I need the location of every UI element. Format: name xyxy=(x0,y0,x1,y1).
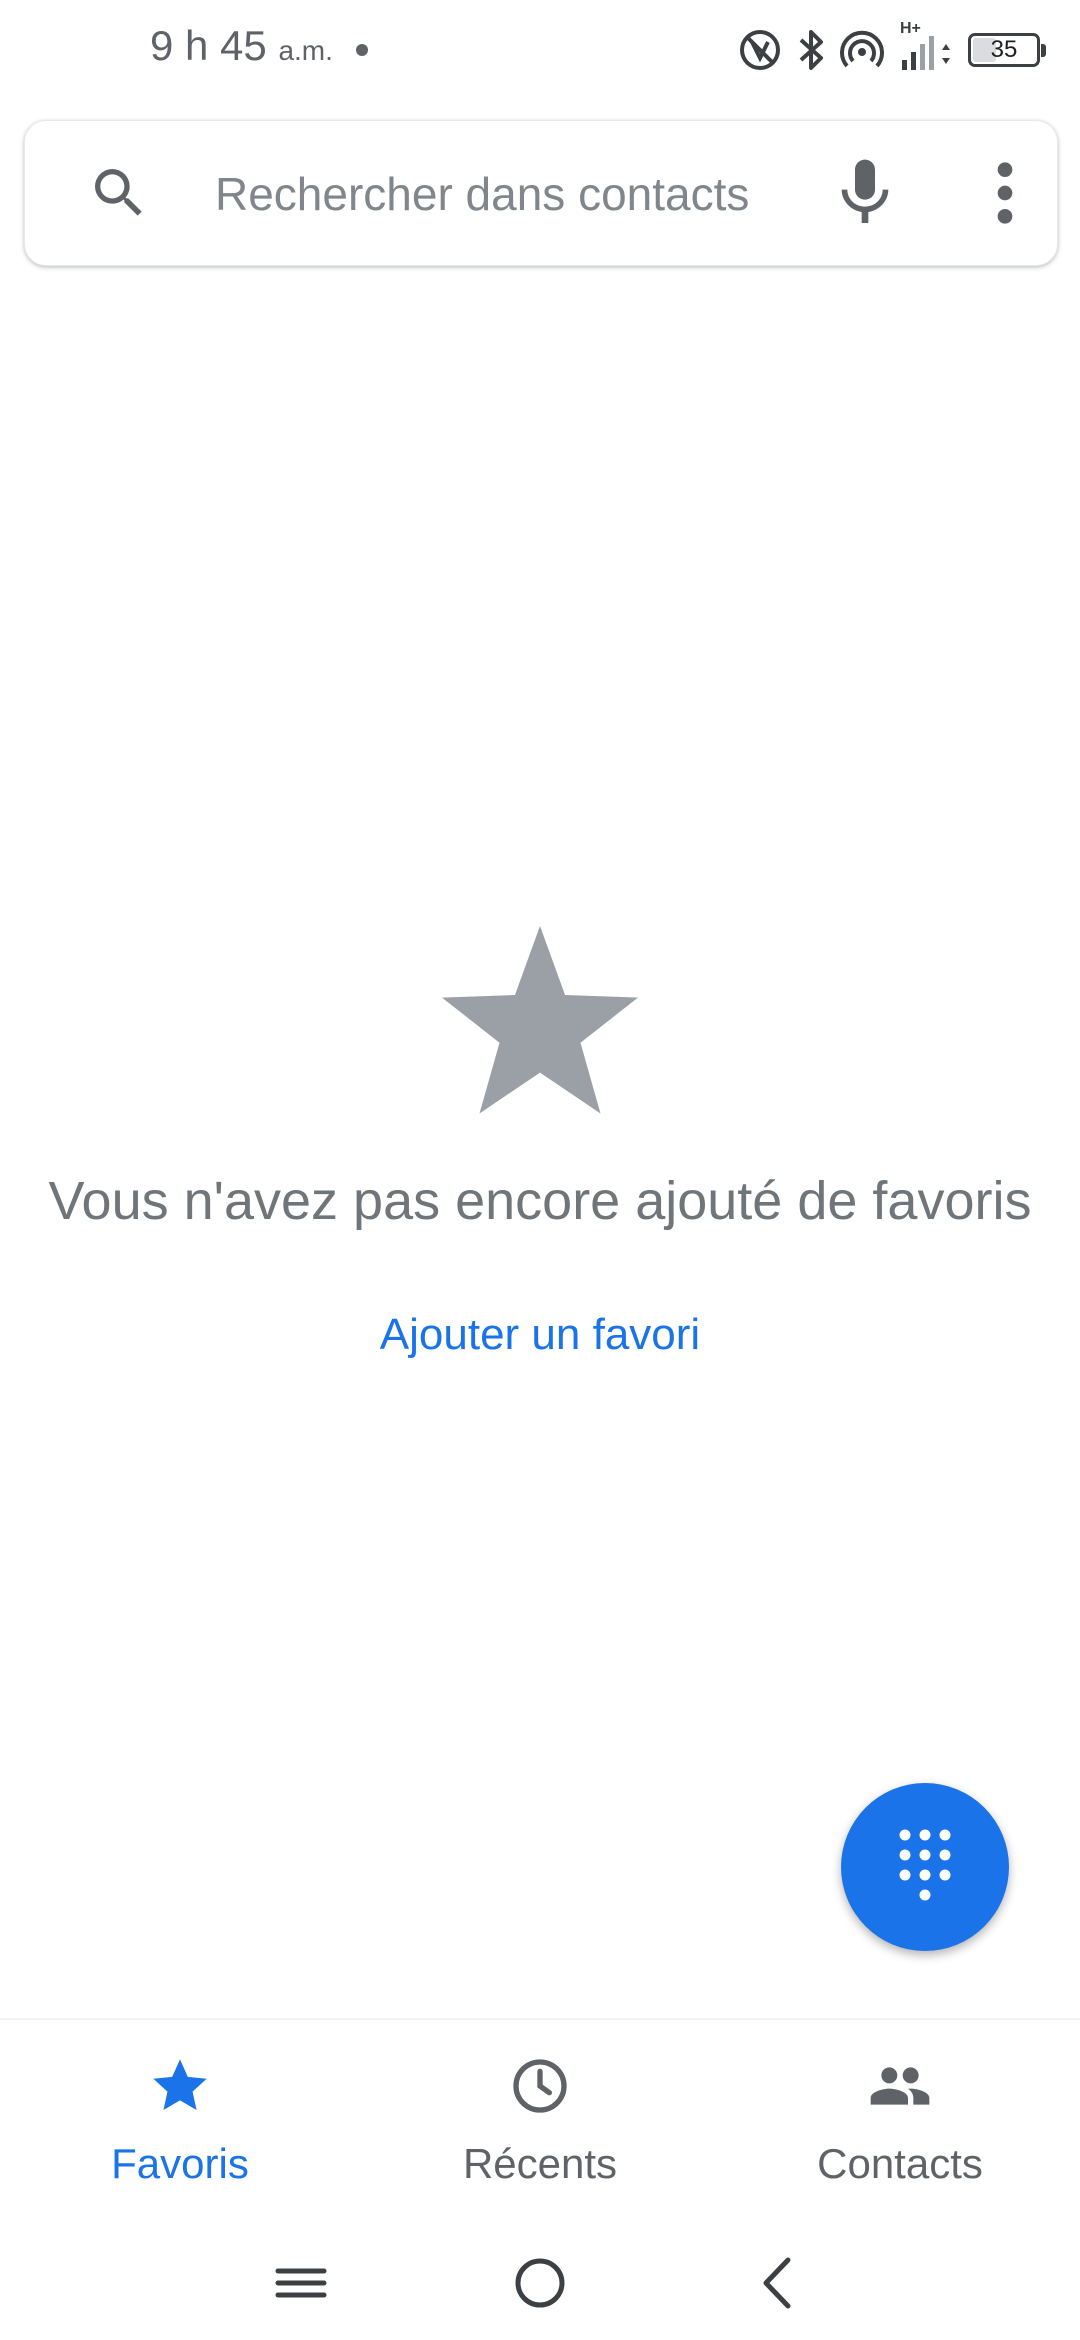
tab-favoris[interactable]: Favoris xyxy=(30,2020,330,2220)
search-icon[interactable] xyxy=(87,161,151,225)
dialpad-icon xyxy=(899,1829,951,1901)
bottom-navigation: Favoris Récents Contacts xyxy=(0,2018,1080,2218)
recent-apps-menu-icon[interactable] xyxy=(256,2238,346,2328)
tab-recents[interactable]: Récents xyxy=(390,2020,690,2220)
search-bar[interactable] xyxy=(24,120,1058,266)
hotspot-icon xyxy=(840,30,884,68)
microphone-icon[interactable] xyxy=(825,153,905,233)
battery-level: 35 xyxy=(990,36,1018,63)
signal-group: H+ xyxy=(898,20,954,72)
battery-icon: 35 xyxy=(968,33,1046,67)
notification-dot-icon xyxy=(356,44,368,56)
more-options-icon[interactable] xyxy=(975,153,1035,233)
empty-favorites-message: Vous n'avez pas encore ajouté de favoris xyxy=(48,1171,1032,1231)
cell-signal-icon xyxy=(902,36,950,70)
tab-contacts-label: Contacts xyxy=(817,2140,983,2187)
status-bar: 9 h 45 a.m. H+ 35 xyxy=(0,0,1080,100)
nfc-icon xyxy=(740,30,780,70)
status-icons: H+ 35 xyxy=(738,20,1046,78)
dialpad-fab-button[interactable] xyxy=(841,1783,1009,1951)
status-time: 9 h 45 a.m. xyxy=(150,22,333,70)
tab-contacts[interactable]: Contacts xyxy=(750,2020,1050,2220)
empty-favorites-star-icon xyxy=(442,926,638,1114)
tab-favoris-label: Favoris xyxy=(111,2140,249,2187)
people-icon xyxy=(870,2067,930,2105)
search-input[interactable] xyxy=(215,159,795,229)
home-circle-icon[interactable] xyxy=(495,2238,585,2328)
clock-icon xyxy=(513,2059,567,2113)
status-time-value: 9 h 45 xyxy=(150,22,267,69)
system-navigation-bar xyxy=(0,2218,1080,2340)
star-icon xyxy=(153,2059,207,2110)
status-time-ampm: a.m. xyxy=(278,35,333,66)
tab-recents-label: Récents xyxy=(462,2140,618,2187)
back-chevron-icon[interactable] xyxy=(734,2238,824,2328)
add-favorite-link[interactable]: Ajouter un favori xyxy=(340,1300,740,1370)
bluetooth-icon xyxy=(799,30,823,70)
